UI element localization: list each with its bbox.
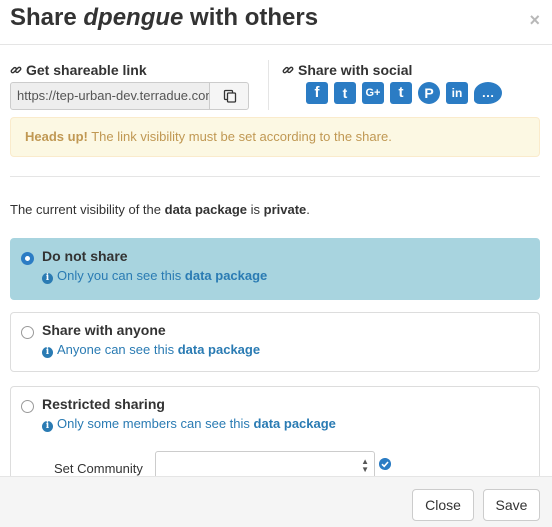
social-heading: Share with social [282,62,412,78]
visibility-middle: is [247,202,264,217]
note-entity: data package [184,268,268,283]
note-entity: data package [177,342,261,357]
modal-title: Share dpengue with others [10,4,318,32]
linkedin-icon[interactable]: in [446,82,468,104]
option-note: i Only some members can see this data pac… [42,416,336,432]
visibility-entity: data package [164,202,247,217]
header-divider [0,44,552,45]
save-button[interactable]: Save [483,489,540,521]
twitter-icon[interactable]: t [334,82,356,104]
visibility-suffix: . [306,202,310,217]
comments-icon[interactable]: … [474,82,502,104]
shareable-link-heading: Get shareable link [10,62,147,78]
title-prefix: Share [10,4,84,31]
close-icon[interactable]: × [529,10,540,31]
title-suffix: with others [183,4,319,31]
option-label: Restricted sharing [42,396,165,412]
visibility-prefix: The current visibility of the [10,202,165,217]
info-icon: i [42,347,53,358]
link-icon [282,66,294,74]
note-text: Only you can see this [57,268,185,283]
visibility-status: The current visibility of the data packa… [10,202,310,217]
tumblr-icon[interactable]: t [390,82,412,104]
info-icon: i [42,421,53,432]
facebook-icon[interactable]: f [306,82,328,104]
modal-header: Share dpengue with others × [0,0,552,44]
option-label: Share with anyone [42,322,166,338]
close-button[interactable]: Close [412,489,474,521]
title-item-name: dpengue [83,4,184,31]
note-text: Anyone can see this [57,342,178,357]
info-icon: i [42,273,53,284]
heads-up-alert: Heads up! The link visibility must be se… [10,117,540,157]
section-divider [10,176,540,177]
copy-link-button[interactable] [209,82,249,110]
option-note: i Only you can see this data package [42,268,267,284]
check-circle-icon [379,458,391,470]
option-note: i Anyone can see this data package [42,342,260,358]
note-entity: data package [253,416,336,431]
community-label: Set Community [54,461,143,476]
pinterest-icon[interactable]: P [418,82,440,104]
radio-restricted-sharing[interactable] [21,400,34,413]
visibility-state: private [263,202,307,217]
select-arrows-icon: ▲ ▼ [361,457,369,474]
alert-strong: Heads up! [25,129,88,144]
radio-do-not-share[interactable] [21,252,34,265]
shareable-link-label: Get shareable link [26,62,147,78]
radio-share-with-anyone[interactable] [21,326,34,339]
community-select[interactable]: ▲ ▼ [155,451,375,479]
clipboard-icon [223,89,237,103]
alert-text: The link visibility must be set accordin… [87,129,392,144]
option-do-not-share[interactable]: Do not share i Only you can see this data… [10,238,540,300]
social-label: Share with social [298,62,413,78]
modal-footer: Close Save [0,476,552,527]
note-text: Only some members can see this [57,416,254,431]
shareable-link-input[interactable]: https://tep-urban-dev.terradue.com/ [10,82,210,110]
link-icon [10,66,22,74]
google-plus-icon[interactable]: G+ [362,82,384,104]
option-share-with-anyone[interactable]: Share with anyone i Anyone can see this d… [10,312,540,372]
column-divider [268,60,269,110]
option-label: Do not share [42,248,128,264]
